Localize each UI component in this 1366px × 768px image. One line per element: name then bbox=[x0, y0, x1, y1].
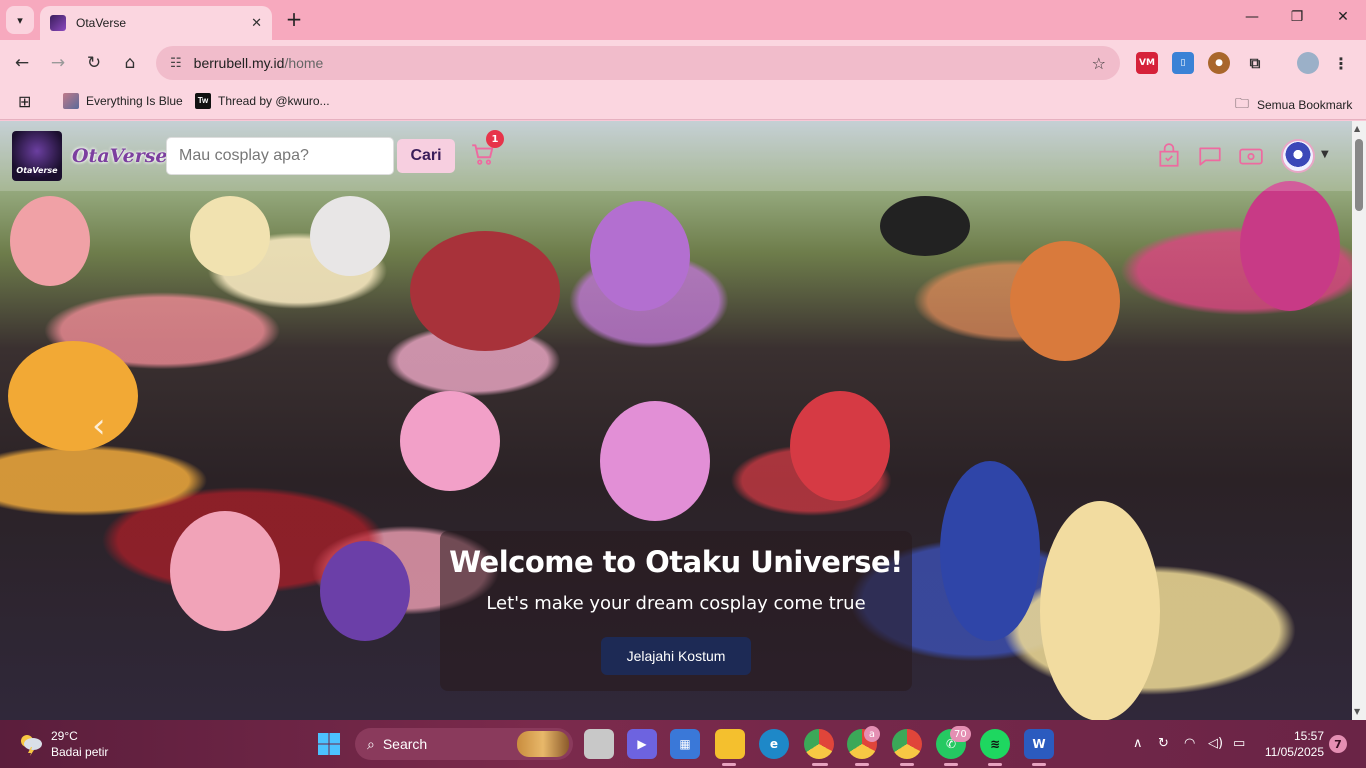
url-text[interactable]: berrubell.my.id/home bbox=[194, 55, 324, 71]
search-icon: ⌕ bbox=[367, 735, 375, 752]
browser-menu-icon[interactable]: ⋮ bbox=[1330, 52, 1352, 74]
address-bar[interactable]: ☷ berrubell.my.id/home ☆ bbox=[156, 46, 1120, 80]
brand-name[interactable]: OtaVerse bbox=[72, 145, 168, 167]
bookmarks-bar: ⊞ Everything Is Blue Tw Thread by @kwuro… bbox=[0, 86, 1366, 120]
chat-icon[interactable] bbox=[1197, 143, 1223, 169]
scroll-up-arrow-icon[interactable]: ▲ bbox=[1354, 124, 1360, 133]
running-indicator bbox=[900, 763, 914, 766]
bookmark-star-icon[interactable]: ☆ bbox=[1092, 54, 1106, 73]
cookie-extension-icon[interactable]: ● bbox=[1208, 52, 1230, 74]
bookmark-thread-kwuro[interactable]: Tw Thread by @kwuro... bbox=[195, 93, 330, 109]
file-explorer-icon[interactable] bbox=[715, 729, 745, 759]
task-view-icon[interactable] bbox=[584, 729, 614, 759]
close-tab-icon[interactable]: ✕ bbox=[251, 16, 262, 31]
sync-alert-icon[interactable]: ↻ bbox=[1158, 736, 1169, 751]
meet-video-icon[interactable]: ▶ bbox=[627, 729, 657, 759]
hero-title: Welcome to Otaku Universe! bbox=[449, 545, 903, 579]
site-logo[interactable]: OtaVerse bbox=[12, 131, 62, 181]
page-scrollbar[interactable]: ▲ ▼ bbox=[1352, 121, 1366, 720]
active-app-indicator bbox=[812, 763, 828, 766]
weather-temperature[interactable]: 29°C bbox=[51, 729, 78, 743]
search-highlight-image bbox=[517, 731, 569, 757]
battery-icon[interactable]: ▭ bbox=[1233, 736, 1245, 751]
cart-count-badge: 1 bbox=[486, 130, 504, 148]
home-icon[interactable]: ⌂ bbox=[118, 51, 142, 75]
tab-otaverse[interactable]: OtaVerse ✕ bbox=[40, 6, 272, 40]
otaverse-favicon-icon bbox=[50, 15, 66, 31]
scrollbar-thumb[interactable] bbox=[1355, 139, 1363, 211]
all-bookmarks-folder[interactable]: 🗀 Semua Bookmark bbox=[1235, 93, 1352, 117]
url-path: /home bbox=[284, 55, 324, 71]
explore-costumes-button[interactable]: Jelajahi Kostum bbox=[601, 637, 751, 675]
taskbar: 29°C Badai petir ⌕ Search ▶ ▦ e a ✆ 70 ≋… bbox=[0, 720, 1366, 768]
site-header: OtaVerse OtaVerse Cari 1 ▼ bbox=[0, 121, 1352, 191]
wallet-icon[interactable] bbox=[1238, 143, 1264, 169]
tab-strip: ▾ OtaVerse ✕ + — ❐ ✕ bbox=[0, 0, 1366, 40]
taskbar-search-label: Search bbox=[382, 736, 428, 752]
chevron-down-icon[interactable]: ▼ bbox=[1321, 149, 1329, 160]
bookmark-favicon-icon bbox=[63, 93, 79, 109]
new-tab-button[interactable]: + bbox=[282, 8, 306, 32]
clock-date[interactable]: 11/05/2025 bbox=[1260, 745, 1324, 759]
chrome-icon[interactable] bbox=[804, 729, 834, 759]
hero-banner: Welcome to Otaku Universe! Let's make yo… bbox=[440, 531, 912, 691]
notification-count-badge[interactable]: 7 bbox=[1329, 735, 1347, 753]
orders-bag-icon[interactable] bbox=[1156, 143, 1182, 169]
clock-time[interactable]: 15:57 bbox=[1262, 729, 1324, 743]
tray-chevron-up-icon[interactable]: ∧ bbox=[1133, 736, 1143, 751]
hero-subtitle: Let's make your dream cosplay come true bbox=[486, 593, 866, 614]
profile-avatar-icon[interactable] bbox=[1297, 52, 1319, 74]
page-viewport: OtaVerse OtaVerse Cari 1 ▼ ‹ Welcome to … bbox=[0, 121, 1352, 720]
running-indicator bbox=[988, 763, 1002, 766]
logo-text: OtaVerse bbox=[16, 166, 58, 175]
vm-extension-icon[interactable]: VM bbox=[1136, 52, 1158, 74]
bookmark-label: Thread by @kwuro... bbox=[218, 94, 330, 108]
wifi-icon[interactable]: ◠ bbox=[1184, 736, 1195, 751]
bookmark-label: Everything Is Blue bbox=[86, 94, 183, 108]
carousel-prev-arrow-icon[interactable]: ‹ bbox=[92, 406, 106, 446]
bookmark-everything-is-blue[interactable]: Everything Is Blue bbox=[63, 93, 183, 109]
running-indicator bbox=[944, 763, 958, 766]
minimize-window-icon[interactable]: — bbox=[1229, 9, 1275, 25]
running-indicator bbox=[855, 763, 869, 766]
restore-window-icon[interactable]: ❐ bbox=[1274, 9, 1320, 25]
forward-arrow-icon[interactable]: → bbox=[46, 51, 70, 75]
all-bookmarks-label: Semua Bookmark bbox=[1257, 98, 1353, 112]
running-indicator bbox=[722, 763, 736, 766]
search-input[interactable] bbox=[166, 137, 394, 175]
apps-grid-icon[interactable]: ⊞ bbox=[18, 92, 31, 112]
clipboard-extension-icon[interactable]: ▯ bbox=[1172, 52, 1194, 74]
taskbar-search[interactable]: ⌕ Search bbox=[355, 728, 573, 760]
edge-browser-icon[interactable]: e bbox=[759, 729, 789, 759]
search-button[interactable]: Cari bbox=[397, 139, 455, 173]
close-window-icon[interactable]: ✕ bbox=[1320, 9, 1366, 25]
tab-search-chevron-icon[interactable]: ▾ bbox=[6, 6, 34, 34]
tab-title: OtaVerse bbox=[76, 16, 127, 30]
user-avatar[interactable] bbox=[1281, 139, 1315, 173]
store-icon[interactable]: ▦ bbox=[670, 729, 700, 759]
chrome-profile-badge: a bbox=[864, 726, 880, 742]
thunderstorm-weather-icon[interactable] bbox=[18, 732, 44, 756]
chrome-profile-2-icon[interactable] bbox=[892, 729, 922, 759]
volume-icon[interactable]: ◁) bbox=[1208, 736, 1223, 751]
tw-favicon-icon: Tw bbox=[195, 93, 211, 109]
spotify-icon[interactable]: ≋ bbox=[980, 729, 1010, 759]
windows-start-icon[interactable] bbox=[314, 729, 344, 759]
whatsapp-unread-badge: 70 bbox=[950, 726, 971, 742]
site-info-icon[interactable]: ☷ bbox=[170, 56, 182, 71]
extensions-puzzle-icon[interactable]: ⧉ bbox=[1244, 52, 1266, 74]
url-host: berrubell.my.id bbox=[193, 55, 285, 71]
back-arrow-icon[interactable]: ← bbox=[10, 51, 34, 75]
reload-icon[interactable]: ↻ bbox=[82, 51, 106, 75]
word-icon[interactable]: W bbox=[1024, 729, 1054, 759]
folder-icon: 🗀 bbox=[1235, 95, 1249, 111]
weather-description[interactable]: Badai petir bbox=[51, 745, 108, 759]
scroll-down-arrow-icon[interactable]: ▼ bbox=[1354, 707, 1360, 716]
running-indicator bbox=[1032, 763, 1046, 766]
